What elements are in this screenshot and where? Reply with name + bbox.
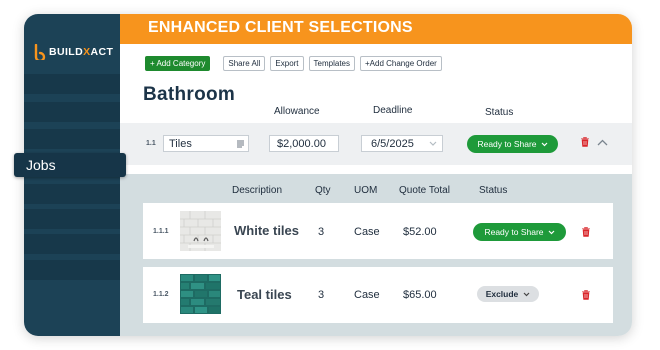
item-name: White tiles xyxy=(234,223,300,238)
notes-icon[interactable] xyxy=(237,140,244,148)
item-qty: 3 xyxy=(318,226,325,238)
sidebar-item[interactable] xyxy=(24,260,120,280)
export-button[interactable]: Export xyxy=(270,56,304,71)
add-change-order-button[interactable]: +Add Change Order xyxy=(360,56,442,71)
category-number: 1.1 xyxy=(146,140,156,147)
item-name: Teal tiles xyxy=(237,287,292,302)
item-status-header: Status xyxy=(479,185,508,196)
status-dropdown[interactable]: Ready to Share xyxy=(467,135,558,153)
chevron-down-icon xyxy=(541,142,547,146)
item-qty: 3 xyxy=(318,289,325,301)
share-all-button[interactable]: Share All xyxy=(223,56,266,71)
sidebar-item[interactable] xyxy=(24,209,120,229)
toolbar: + Add Category Share All Export Template… xyxy=(145,56,442,71)
item-total: $52.00 xyxy=(403,226,437,238)
allowance-input[interactable]: $2,000.00 xyxy=(269,135,339,152)
buildxact-logo-icon xyxy=(34,44,46,60)
page-header: ENHANCED CLIENT SELECTIONS xyxy=(120,14,632,44)
delete-icon[interactable] xyxy=(582,290,590,300)
item-status-dropdown[interactable]: Ready to Share xyxy=(473,223,566,241)
item-number: 1.1.2 xyxy=(153,291,169,298)
item-number: 1.1.1 xyxy=(153,228,169,235)
category-name-input[interactable]: Tiles xyxy=(163,135,249,152)
teal-tiles-thumbnail xyxy=(180,274,221,314)
templates-button[interactable]: Templates xyxy=(308,56,355,71)
allowance-header: Allowance xyxy=(274,106,320,117)
sidebar-item[interactable] xyxy=(24,234,120,254)
chevron-down-icon xyxy=(548,230,554,234)
delete-icon[interactable] xyxy=(581,137,589,147)
brand-logo: BUILDXACT xyxy=(34,44,113,60)
item-uom: Case xyxy=(354,226,380,238)
item-total: $65.00 xyxy=(403,289,437,301)
sidebar-item[interactable] xyxy=(24,74,120,94)
page-title: ENHANCED CLIENT SELECTIONS xyxy=(148,19,413,36)
sidebar-item-jobs[interactable]: Jobs xyxy=(14,153,126,177)
brand-name: BUILDXACT xyxy=(49,46,114,58)
qty-header: Qty xyxy=(315,185,331,196)
item-uom: Case xyxy=(354,289,380,301)
description-header: Description xyxy=(232,185,283,196)
item-status-dropdown[interactable]: Exclude xyxy=(477,286,539,302)
chevron-down-icon xyxy=(523,292,530,296)
sidebar-item[interactable] xyxy=(24,102,120,122)
quote-total-header: Quote Total xyxy=(399,185,450,196)
chevron-down-icon xyxy=(429,141,437,146)
deadline-header: Deadline xyxy=(373,105,413,116)
chevron-up-icon[interactable] xyxy=(597,139,608,146)
white-tiles-thumbnail xyxy=(180,211,221,251)
add-category-button[interactable]: + Add Category xyxy=(145,56,211,71)
deadline-picker[interactable]: 6/5/2025 xyxy=(361,135,443,152)
section-title: Bathroom xyxy=(143,84,236,105)
sidebar-item[interactable] xyxy=(24,129,120,149)
uom-header: UOM xyxy=(354,185,378,196)
status-header: Status xyxy=(485,107,514,118)
sidebar-item[interactable] xyxy=(24,184,120,204)
delete-icon[interactable] xyxy=(582,227,590,237)
